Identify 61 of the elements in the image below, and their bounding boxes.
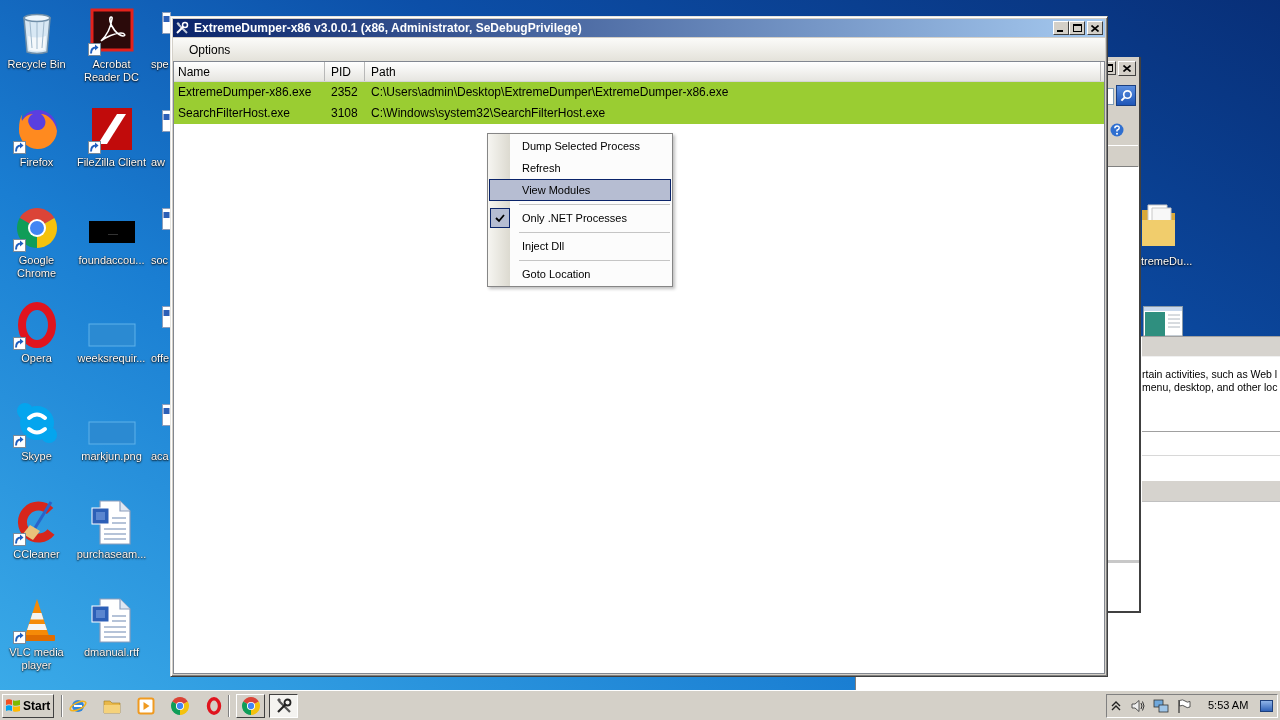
desktop-icon-label[interactable]: purchaseam... [74, 548, 149, 561]
help-icon[interactable] [1110, 123, 1124, 137]
document-icon[interactable] [162, 12, 171, 34]
description-line: rtain activities, such as Web l [1142, 368, 1278, 381]
desktop-icon-label[interactable]: Acrobat Reader DC [73, 58, 150, 84]
menu-item[interactable]: Inject Dll [489, 235, 671, 257]
minimize-button[interactable] [1053, 21, 1069, 35]
desktop-icon-label[interactable]: CCleaner [11, 548, 62, 561]
close-button[interactable] [1118, 61, 1136, 76]
table-cell-text: 3108 [330, 105, 359, 122]
start-button[interactable]: Start [2, 693, 54, 718]
folder-icon[interactable] [1141, 202, 1177, 248]
desktop-icon-label[interactable]: Firefox [17, 156, 56, 169]
menu-item[interactable]: Dump Selected Process [489, 135, 671, 157]
menu-item[interactable]: Options [179, 41, 241, 58]
clock[interactable]: 5:53 AM [1208, 697, 1249, 714]
table-cell-text: 2352 [330, 84, 359, 101]
desktop-icon-label[interactable]: Recycle Bin [5, 58, 68, 71]
browser-wheel-icon[interactable] [171, 696, 189, 715]
flag-icon[interactable] [1176, 697, 1192, 714]
taskbar-button[interactable] [269, 693, 298, 718]
close-icon[interactable] [1123, 65, 1131, 72]
desktop-icon-label[interactable]: FileZilla Client [74, 156, 149, 169]
close-icon[interactable] [1091, 24, 1099, 32]
table-cell-text: C:\Windows\system32\SearchFilterHost.exe [370, 105, 607, 122]
desktop-icon-label[interactable]: weeksrequir... [75, 352, 148, 365]
menu-item[interactable]: Goto Location [489, 263, 671, 285]
desktop-icon-label[interactable]: offe [151, 352, 170, 365]
desktop-icon-label[interactable]: aw [151, 156, 166, 169]
desktop-icon-label[interactable]: soc [151, 254, 169, 267]
window-title: ExtremeDumper-x86 v3.0.0.1 (x86, Administrator, SeDebugPrivilege) [194, 20, 582, 36]
show-desktop-button[interactable] [1260, 699, 1273, 712]
menu-item[interactable]: Only .NET Processes [489, 207, 671, 229]
chevron-up-icon[interactable] [1111, 699, 1121, 712]
table-cell-text: ExtremeDumper-x86.exe [177, 84, 313, 101]
menu-item[interactable]: Refresh [489, 157, 671, 179]
desktop-icon-label[interactable]: markjun.png [79, 450, 144, 463]
desktop-icon-label[interactable]: aca [151, 450, 169, 463]
desktop-icon-label[interactable]: Opera [19, 352, 54, 365]
search-field[interactable] [1108, 88, 1114, 105]
desktop-icon-label[interactable]: tremeDu... [1141, 255, 1193, 268]
process-row[interactable]: ExtremeDumper-x86.exe 2352 C:\Users\admin\Desktop\ExtremeDumper\ExtremeDumper-x86.exe [174, 82, 1104, 103]
column-header[interactable]: Path [365, 62, 1101, 81]
desktop-icon-label[interactable]: spe [151, 58, 169, 71]
column-header[interactable]: Name [174, 62, 325, 81]
desktop-icon-label[interactable]: foundaccou... [76, 254, 147, 267]
description-line: menu, desktop, and other loc [1142, 381, 1278, 394]
window-thumbnail-icon[interactable] [1143, 306, 1183, 336]
ring-logo-icon[interactable] [205, 696, 223, 715]
process-row[interactable]: SearchFilterHost.exe 3108 C:\Windows\system32\SearchFilterHost.exe [174, 103, 1104, 124]
tools-icon [175, 21, 189, 35]
close-button[interactable] [1087, 21, 1103, 35]
speaker-icon[interactable] [1130, 697, 1146, 714]
desktop-icon-label[interactable]: Skype [19, 450, 54, 463]
menu-item[interactable]: View Modules [489, 179, 671, 201]
browser-wheel-icon[interactable] [241, 696, 260, 715]
network-icon[interactable] [1153, 697, 1169, 714]
desktop-icon-label[interactable]: Google Chrome [0, 254, 73, 280]
column-header[interactable]: PID [325, 62, 365, 81]
table-cell-text: C:\Users\admin\Desktop\ExtremeDumper\ExtremeDumper-x86.exe [370, 84, 730, 101]
table-cell-text: SearchFilterHost.exe [177, 105, 292, 122]
